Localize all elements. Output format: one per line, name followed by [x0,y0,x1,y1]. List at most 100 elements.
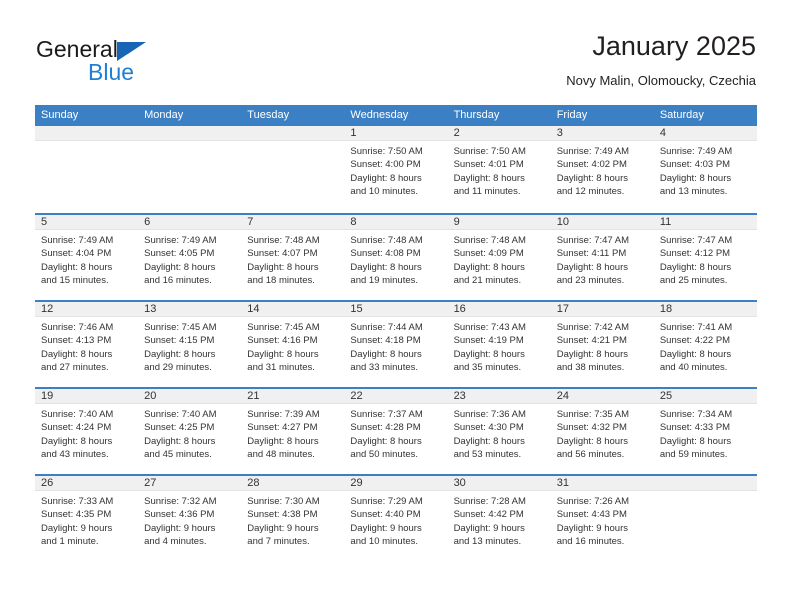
day-number: 21 [241,389,345,404]
day-info-line: and 27 minutes. [41,362,109,374]
day-info-line: Daylight: 8 hours [247,435,319,447]
day-sun-info: Sunrise: 7:43 AM Sunset: 4:19 PM Daylight:… [448,317,551,375]
weekday-header-wednesday: Wednesday [350,109,409,121]
calendar-day-cell[interactable]: 17 Sunrise: 7:42 AM Sunset: 4:21 PM Dayligh… [550,302,654,387]
calendar-day-cell[interactable]: 16 Sunrise: 7:43 AM Sunset: 4:19 PM Dayligh… [447,302,551,387]
weeks-container: 1 Sunrise: 7:50 AM Sunset: 4:00 PM Daylight… [35,126,757,561]
day-info-line: Daylight: 8 hours [144,435,216,447]
day-sun-info: Sunrise: 7:41 AM Sunset: 4:22 PM Daylight:… [654,317,757,375]
day-number: 23 [447,389,551,404]
day-sun-info: Sunrise: 7:40 AM Sunset: 4:24 PM Daylight:… [35,404,138,462]
day-info-line: Sunrise: 7:30 AM [247,496,320,507]
day-info-line: Daylight: 9 hours [453,522,525,534]
calendar-day-cell[interactable]: 13 Sunrise: 7:45 AM Sunset: 4:15 PM Dayligh… [138,302,242,387]
calendar-day-cell[interactable]: 12 Sunrise: 7:46 AM Sunset: 4:13 PM Dayligh… [35,302,139,387]
calendar-day-cell[interactable]: 9 Sunrise: 7:48 AM Sunset: 4:09 PM Daylight… [447,215,551,300]
calendar-day-cell[interactable]: 21 Sunrise: 7:39 AM Sunset: 4:27 PM Dayligh… [241,389,345,474]
day-info-line: and 11 minutes. [453,186,521,198]
day-info-line: Sunset: 4:19 PM [453,335,524,347]
day-info-line: and 50 minutes. [350,449,419,461]
day-sun-info: Sunrise: 7:47 AM Sunset: 4:12 PM Daylight:… [654,230,757,288]
day-sun-info: Sunrise: 7:30 AM Sunset: 4:38 PM Daylight:… [241,491,344,549]
calendar-page: General Blue January 2025 Novy Malin, Ol… [0,0,792,612]
day-info-line: Sunrise: 7:42 AM [556,322,630,333]
calendar-day-cell[interactable]: 31 Sunrise: 7:26 AM Sunset: 4:43 PM Dayligh… [550,476,654,561]
day-info-line: Sunset: 4:01 PM [453,159,524,171]
day-info-line: and 13 minutes. [453,536,522,548]
day-info-line: Sunrise: 7:49 AM [556,146,630,157]
day-info-line: Sunrise: 7:33 AM [41,496,114,507]
day-info-line: and 40 minutes. [659,362,728,374]
day-info-line: Sunset: 4:03 PM [659,159,731,171]
day-info-line: and 33 minutes. [350,362,419,374]
day-info-line: Sunset: 4:25 PM [144,422,215,434]
day-info-line: and 48 minutes. [247,449,315,461]
calendar-day-cell[interactable]: 10 Sunrise: 7:47 AM Sunset: 4:11 PM Dayligh… [550,215,654,300]
day-sun-info: Sunrise: 7:45 AM Sunset: 4:15 PM Daylight:… [138,317,241,375]
day-info-line: and 45 minutes. [144,449,212,461]
calendar-day-cell[interactable]: 22 Sunrise: 7:37 AM Sunset: 4:28 PM Dayligh… [344,389,448,474]
calendar-day-cell[interactable]: 2 Sunrise: 7:50 AM Sunset: 4:01 PM Daylight… [447,126,551,213]
calendar-day-cell[interactable]: 25 Sunrise: 7:34 AM Sunset: 4:33 PM Dayligh… [653,389,757,474]
day-number: 24 [550,389,654,404]
day-info-line: and 21 minutes. [453,275,522,287]
calendar-day-cell[interactable]: 1 Sunrise: 7:50 AM Sunset: 4:00 PM Daylight… [344,126,448,213]
day-number: 8 [344,215,448,230]
day-info-line: Daylight: 8 hours [144,261,216,273]
calendar-day-cell[interactable]: 3 Sunrise: 7:49 AM Sunset: 4:02 PM Daylight… [550,126,654,213]
day-number: 20 [138,389,242,404]
day-sun-info: Sunrise: 7:32 AM Sunset: 4:36 PM Daylight:… [138,491,241,549]
day-sun-info: Sunrise: 7:49 AM Sunset: 4:02 PM Daylight:… [551,141,654,199]
day-info-line: Sunrise: 7:26 AM [556,496,630,507]
calendar-day-cell[interactable]: 19 Sunrise: 7:40 AM Sunset: 4:24 PM Dayligh… [35,389,139,474]
weekday-header-row: Sunday Monday Tuesday Wednesday Thursday Frid… [35,105,757,126]
calendar-day-cell[interactable]: 27 Sunrise: 7:32 AM Sunset: 4:36 PM Dayligh… [138,476,242,561]
weekday-header-sunday: Sunday [41,109,79,121]
day-number: 1 [344,126,448,141]
day-info-line: Daylight: 8 hours [247,261,319,273]
day-info-line: Sunrise: 7:39 AM [247,409,320,420]
day-info-line: and 12 minutes. [556,186,625,198]
calendar-day-cell[interactable]: 5 Sunrise: 7:49 AM Sunset: 4:04 PM Daylight… [35,215,139,300]
calendar-day-cell[interactable]: 18 Sunrise: 7:41 AM Sunset: 4:22 PM Dayligh… [653,302,757,387]
day-sun-info: Sunrise: 7:42 AM Sunset: 4:21 PM Daylight:… [551,317,654,375]
calendar-day-cell[interactable]: 15 Sunrise: 7:44 AM Sunset: 4:18 PM Dayligh… [344,302,448,387]
page-subtitle: Novy Malin, Olomoucky, Czechia [566,73,756,88]
day-number: 25 [653,389,757,404]
day-info-line: Daylight: 9 hours [144,522,216,534]
calendar-day-cell[interactable]: 11 Sunrise: 7:47 AM Sunset: 4:12 PM Dayligh… [653,215,757,300]
day-info-line: Daylight: 9 hours [41,522,113,534]
calendar-day-cell[interactable]: 30 Sunrise: 7:28 AM Sunset: 4:42 PM Dayligh… [447,476,551,561]
day-number [241,126,345,141]
day-sun-info: Sunrise: 7:47 AM Sunset: 4:11 PM Daylight:… [551,230,654,288]
weekday-header-tuesday: Tuesday [247,109,290,121]
day-number: 6 [138,215,242,230]
calendar-day-cell[interactable]: 14 Sunrise: 7:45 AM Sunset: 4:16 PM Dayligh… [241,302,345,387]
day-info-line: Sunset: 4:12 PM [659,248,731,260]
day-info-line: Daylight: 9 hours [247,522,319,534]
weekday-header-thursday: Thursday [453,109,500,121]
calendar-day-cell-empty [653,476,757,561]
calendar-day-cell[interactable]: 6 Sunrise: 7:49 AM Sunset: 4:05 PM Daylight… [138,215,242,300]
page-title: January 2025 [592,31,756,61]
calendar-day-cell[interactable]: 20 Sunrise: 7:40 AM Sunset: 4:25 PM Dayligh… [138,389,242,474]
day-number: 12 [35,302,139,317]
day-number: 16 [447,302,551,317]
calendar-day-cell[interactable]: 23 Sunrise: 7:36 AM Sunset: 4:30 PM Dayligh… [447,389,551,474]
day-info-line: Sunrise: 7:32 AM [144,496,217,507]
day-info-line: and 35 minutes. [453,362,522,374]
day-info-line: Sunrise: 7:34 AM [659,409,733,420]
calendar-day-cell[interactable]: 8 Sunrise: 7:48 AM Sunset: 4:08 PM Daylight… [344,215,448,300]
calendar-day-cell[interactable]: 26 Sunrise: 7:33 AM Sunset: 4:35 PM Dayligh… [35,476,139,561]
day-info-line: Daylight: 8 hours [659,172,732,184]
calendar-day-cell[interactable]: 29 Sunrise: 7:29 AM Sunset: 4:40 PM Dayligh… [344,476,448,561]
calendar-day-cell[interactable]: 7 Sunrise: 7:48 AM Sunset: 4:07 PM Daylight… [241,215,345,300]
day-info-line: Sunrise: 7:40 AM [41,409,114,420]
day-sun-info [138,141,241,145]
day-sun-info [654,491,757,495]
calendar-day-cell[interactable]: 4 Sunrise: 7:49 AM Sunset: 4:03 PM Daylight… [653,126,757,213]
calendar-day-cell[interactable]: 24 Sunrise: 7:35 AM Sunset: 4:32 PM Dayligh… [550,389,654,474]
day-info-line: Sunset: 4:32 PM [556,422,627,434]
brand-logo[interactable]: General Blue [36,36,226,92]
calendar-day-cell[interactable]: 28 Sunrise: 7:30 AM Sunset: 4:38 PM Dayligh… [241,476,345,561]
